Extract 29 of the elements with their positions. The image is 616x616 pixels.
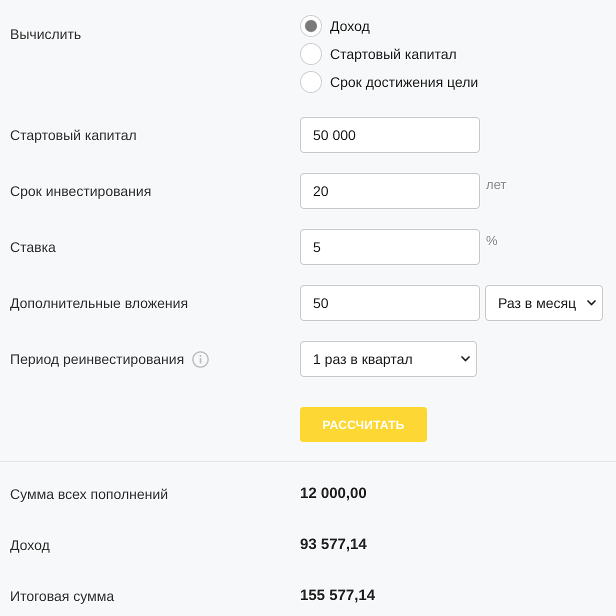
field-label: Период реинвестирования <box>10 350 184 369</box>
radio-label[interactable]: Срок достижения цели <box>330 72 478 92</box>
input-field[interactable]: 50 000 <box>300 117 480 153</box>
result-label: Сумма всех пополнений <box>10 485 168 504</box>
result-value: 155 577,14 <box>300 586 376 606</box>
radio-button[interactable] <box>300 15 322 37</box>
chevron-down-icon <box>587 300 596 306</box>
radio-label[interactable]: Стартовый капитал <box>330 44 457 64</box>
frequency-select[interactable]: Раз в месяц <box>485 285 603 321</box>
info-icon[interactable] <box>192 350 210 368</box>
radio-button[interactable] <box>300 71 322 93</box>
field-label: Стартовый капитал <box>10 126 137 145</box>
chevron-down-icon <box>461 356 470 362</box>
result-label: Итоговая сумма <box>10 587 114 606</box>
result-value: 93 577,14 <box>300 535 367 555</box>
radio-label[interactable]: Доход <box>330 16 370 36</box>
input-field[interactable]: 5 <box>300 229 480 265</box>
result-value: 12 000,00 <box>300 484 367 504</box>
field-label: Ставка <box>10 238 56 257</box>
field-label: Дополнительные вложения <box>10 294 188 313</box>
input-field[interactable]: 50 <box>300 285 480 321</box>
result-label: Доход <box>10 536 50 555</box>
input-field[interactable]: 20 <box>300 173 480 209</box>
radio-button[interactable] <box>300 43 322 65</box>
field-label: Срок инвестирования <box>10 182 152 201</box>
field-label: Вычислить <box>10 25 82 44</box>
unit-label: лет <box>486 177 506 193</box>
unit-label: % <box>486 233 498 249</box>
period-select[interactable]: 1 раз в квартал <box>300 341 477 377</box>
